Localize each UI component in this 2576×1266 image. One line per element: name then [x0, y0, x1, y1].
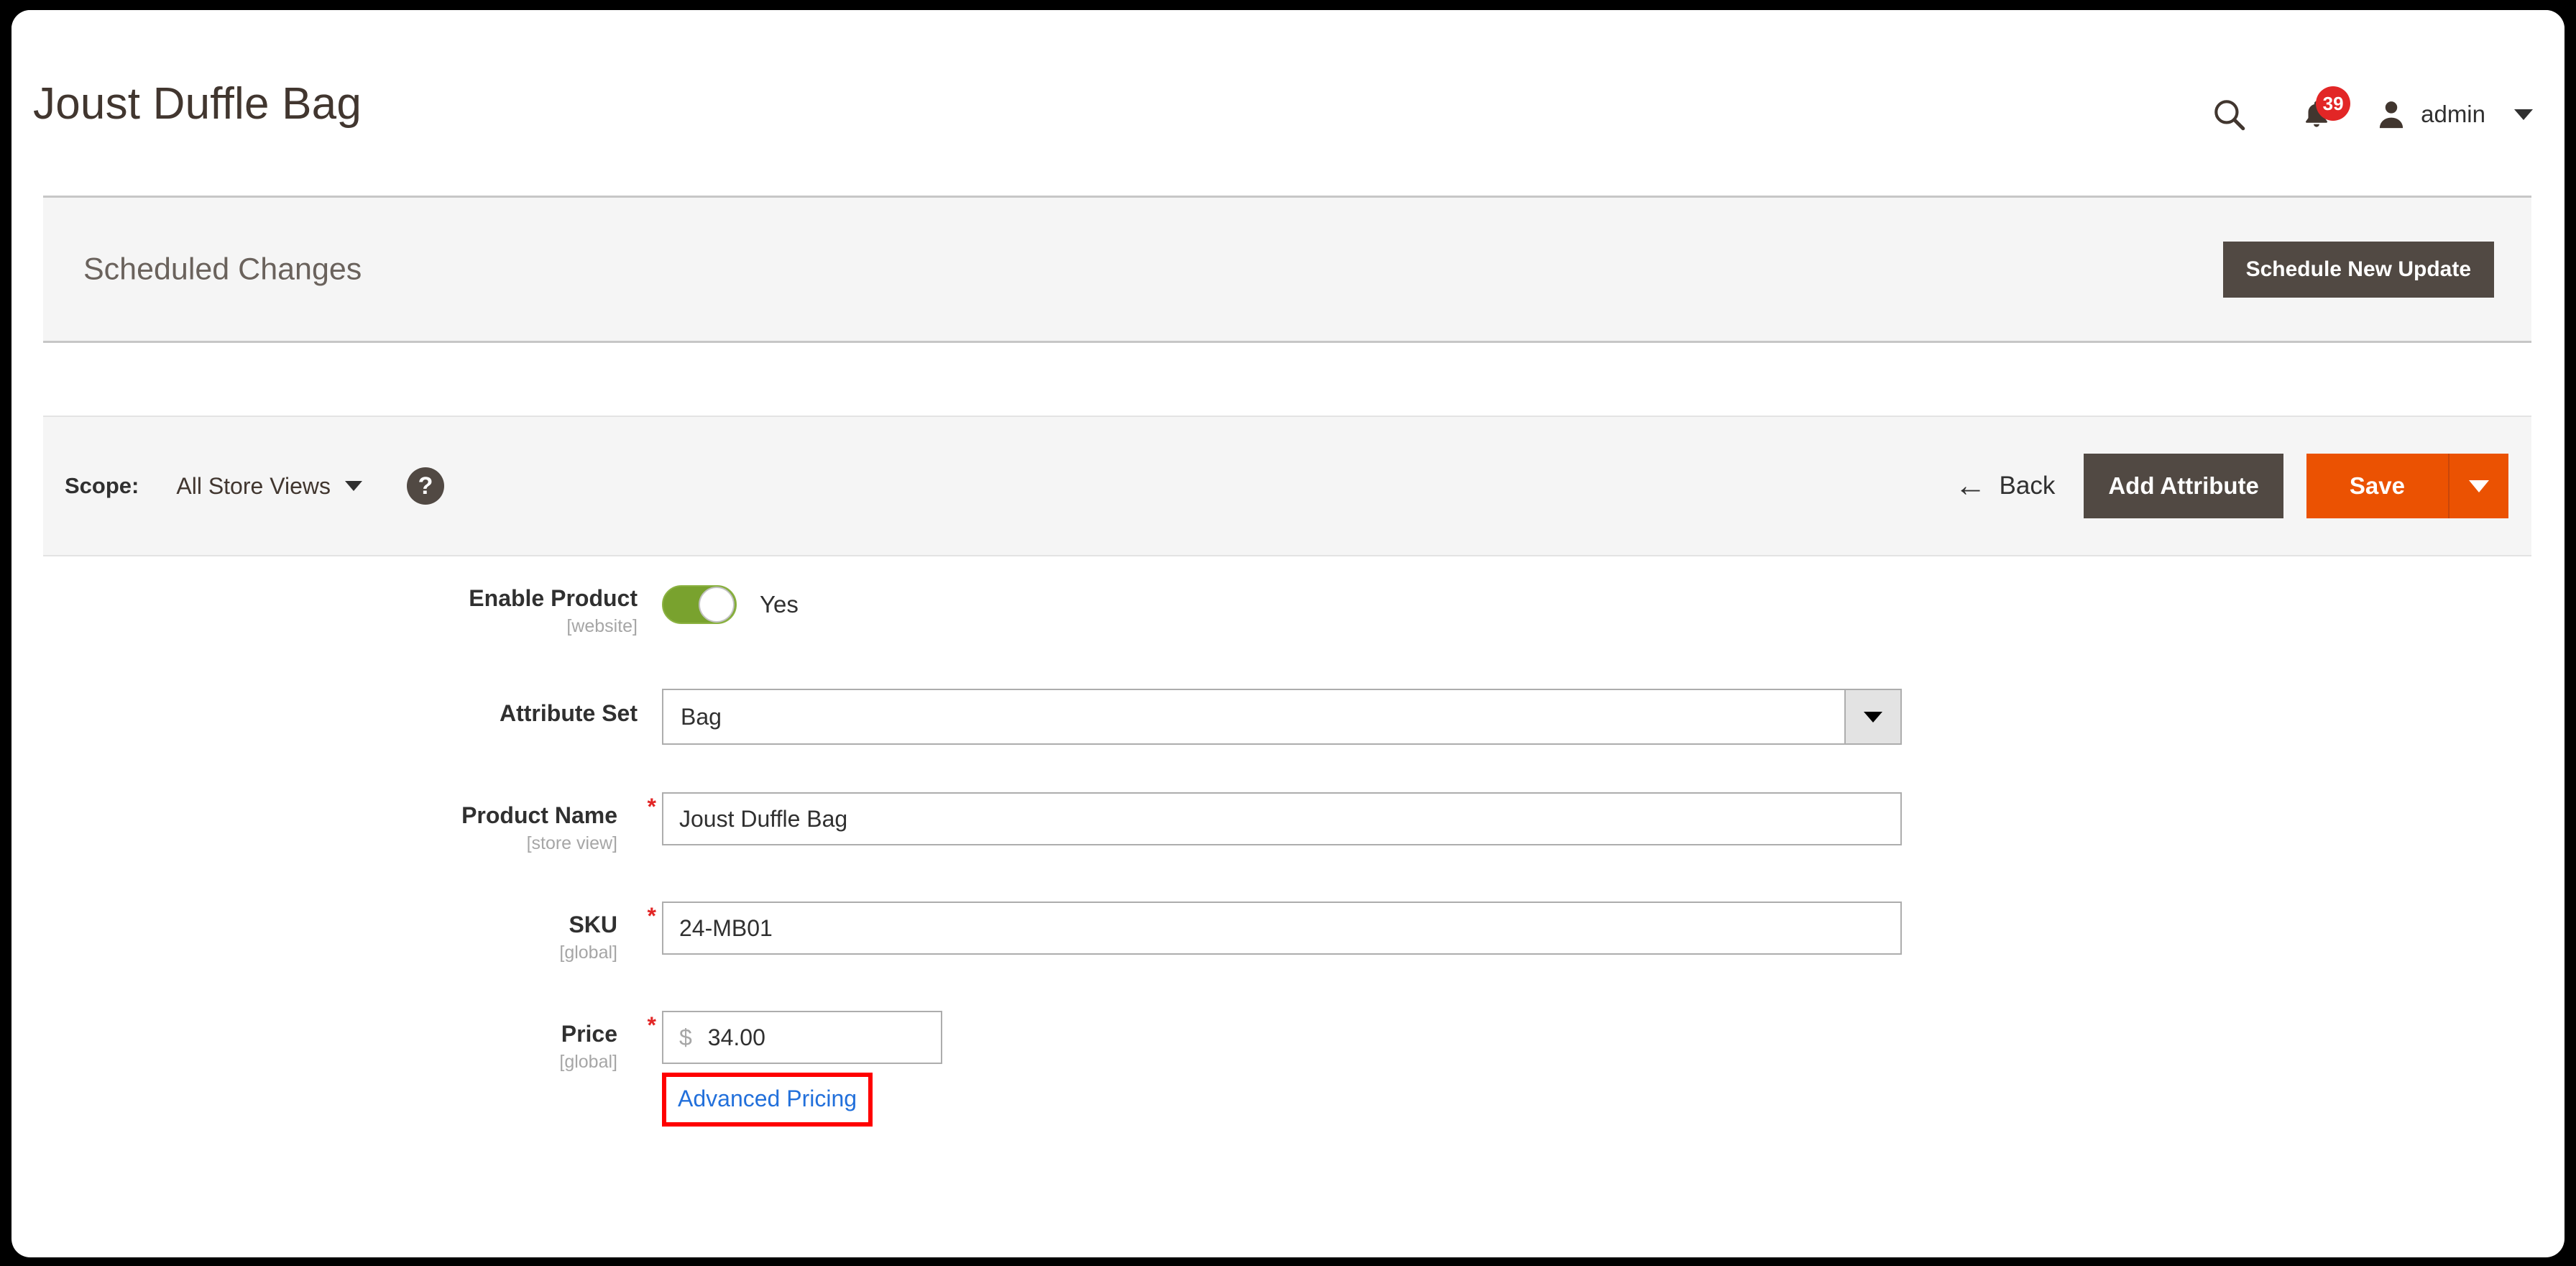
label-scope-note: [global]	[559, 1052, 617, 1072]
user-menu[interactable]: admin	[2375, 98, 2533, 131]
back-button[interactable]: ← Back	[1955, 470, 2056, 502]
header-tools: 39 admin	[2204, 86, 2533, 139]
field-control-enable-product: Yes	[662, 585, 2564, 624]
field-label-product-name: Product Name * [store view]	[12, 792, 662, 854]
required-indicator: *	[647, 794, 656, 820]
toggle-state-label: Yes	[760, 591, 799, 618]
store-view-value: All Store Views	[176, 472, 331, 499]
price-input[interactable]: $ 34.00	[662, 1011, 942, 1064]
schedule-new-update-button[interactable]: Schedule New Update	[2222, 241, 2494, 298]
field-product-name: Product Name * [store view] Joust Duffle…	[12, 792, 2564, 854]
field-price: Price * [global] $ 34.00 Advanced Pricin…	[12, 1011, 2564, 1127]
price-value: 34.00	[707, 1024, 765, 1050]
question-mark-icon[interactable]: ?	[406, 467, 444, 505]
field-control-product-name: Joust Duffle Bag	[662, 792, 2564, 845]
field-control-price: $ 34.00 Advanced Pricing	[662, 1011, 2564, 1127]
page-actions-bar: Scope: All Store Views ? ← Back Add Attr…	[43, 416, 2531, 556]
chevron-down-icon	[2469, 480, 2489, 492]
save-split-button: Save	[2306, 454, 2508, 518]
required-indicator: *	[647, 903, 656, 929]
label-text: Enable Product	[469, 585, 638, 611]
notifications-badge: 39	[2316, 86, 2351, 121]
label-text: Price	[561, 1021, 617, 1047]
label-text: SKU	[569, 912, 617, 937]
enable-product-toggle-wrap: Yes	[662, 585, 2564, 624]
chevron-down-icon	[2514, 109, 2533, 120]
product-name-input[interactable]: Joust Duffle Bag	[662, 792, 1902, 845]
label-text: Product Name	[461, 802, 617, 828]
scope-label: Scope:	[65, 473, 139, 498]
field-label-attribute-set: Attribute Set	[12, 689, 662, 727]
scope-group: Scope: All Store Views ?	[65, 467, 444, 505]
label-text: Attribute Set	[500, 700, 638, 726]
search-button[interactable]	[2204, 89, 2254, 139]
attribute-set-dropdown-button[interactable]	[1844, 690, 1900, 743]
screenshot-frame: Joust Duffle Bag 39 admin Scheduled Chan…	[0, 0, 2576, 1266]
field-control-attribute-set: Bag	[662, 689, 2564, 745]
page-title: Joust Duffle Bag	[33, 79, 362, 129]
scheduled-changes-panel: Scheduled Changes Schedule New Update	[43, 196, 2531, 343]
advanced-pricing-highlight: Advanced Pricing	[662, 1073, 873, 1127]
sku-input[interactable]: 24-MB01	[662, 902, 1902, 955]
scheduled-changes-title: Scheduled Changes	[83, 252, 362, 286]
store-view-switcher[interactable]: All Store Views	[176, 473, 362, 500]
advanced-pricing-link[interactable]: Advanced Pricing	[678, 1086, 857, 1111]
sku-value: 24-MB01	[679, 914, 773, 941]
save-options-toggle[interactable]	[2448, 454, 2508, 518]
notifications-button[interactable]: 39	[2291, 86, 2351, 139]
add-attribute-button[interactable]: Add Attribute	[2084, 454, 2283, 518]
field-control-sku: 24-MB01	[662, 902, 2564, 955]
save-button[interactable]: Save	[2306, 454, 2448, 518]
field-attribute-set: Attribute Set Bag	[12, 689, 2564, 745]
currency-symbol: $	[679, 1024, 692, 1050]
product-form: Enable Product [website] Yes Attribute S…	[12, 585, 2564, 1127]
field-label-sku: SKU * [global]	[12, 902, 662, 963]
label-scope-note: [store view]	[526, 833, 617, 853]
required-indicator: *	[647, 1012, 656, 1038]
chevron-down-icon	[344, 481, 362, 491]
enable-product-toggle[interactable]	[662, 585, 737, 624]
search-icon	[2214, 100, 2245, 131]
chevron-down-icon	[1864, 711, 1882, 723]
admin-header: Joust Duffle Bag 39 admin	[12, 10, 2564, 183]
admin-page: Joust Duffle Bag 39 admin Scheduled Chan…	[12, 10, 2564, 1257]
attribute-set-value: Bag	[681, 703, 722, 730]
arrow-left-icon: ←	[1954, 468, 1987, 503]
back-label: Back	[1999, 472, 2056, 500]
field-label-enable-product: Enable Product [website]	[12, 585, 662, 637]
field-enable-product: Enable Product [website] Yes	[12, 585, 2564, 637]
field-sku: SKU * [global] 24-MB01	[12, 902, 2564, 963]
product-name-value: Joust Duffle Bag	[679, 805, 848, 832]
field-label-price: Price * [global]	[12, 1011, 662, 1073]
page-action-buttons: ← Back Add Attribute Save	[1955, 454, 2508, 518]
user-avatar-icon	[2380, 101, 2404, 129]
attribute-set-select[interactable]: Bag	[662, 689, 1902, 745]
user-name: admin	[2421, 101, 2485, 127]
toggle-knob	[699, 587, 735, 623]
label-scope-note: [global]	[559, 942, 617, 963]
label-scope-note: [website]	[566, 616, 638, 636]
